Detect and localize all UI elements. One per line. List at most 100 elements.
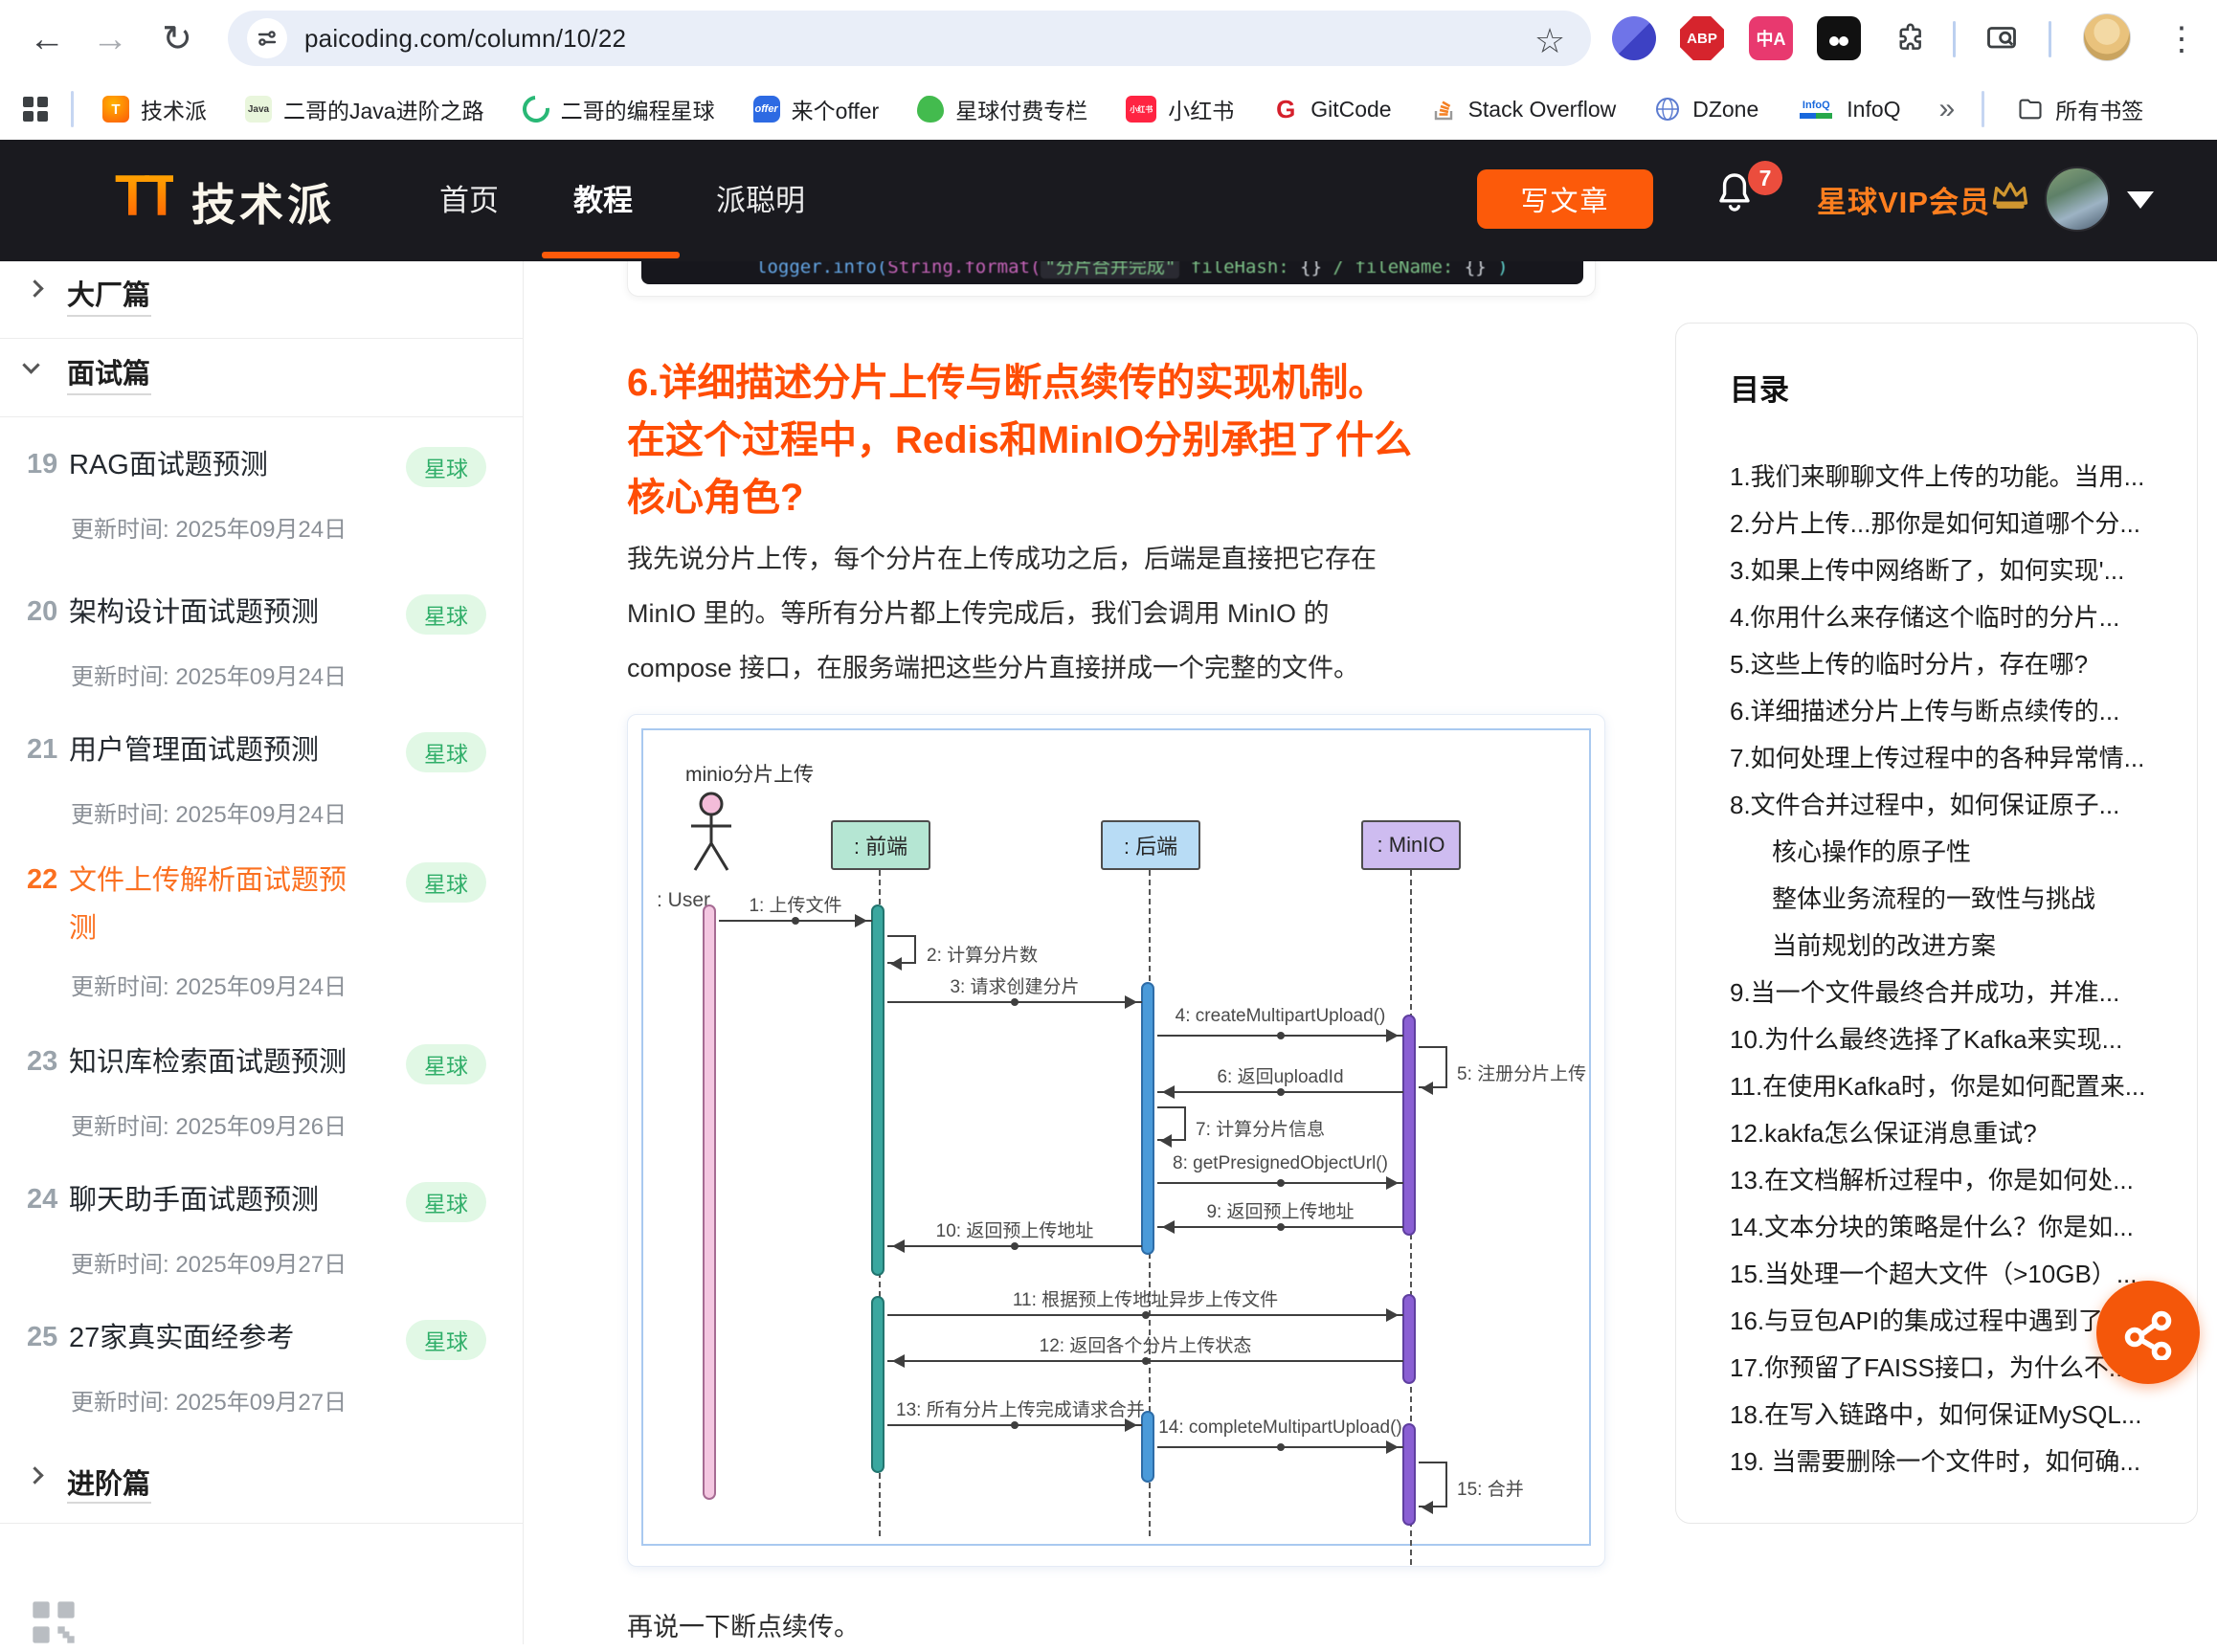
question-heading: 6.详细描述分片上传与断点续传的实现机制。 在这个过程中，Redis和MinIO… [627, 354, 1584, 526]
toc-item[interactable]: 4.你用什么来存储这个临时的分片... [1730, 594, 2180, 641]
user-avatar[interactable] [2045, 167, 2110, 232]
toc-item[interactable]: 12.kakfa怎么保证消息重试? [1730, 1110, 2180, 1157]
message-label: 8: getPresignedObjectUrl() [1157, 1153, 1403, 1174]
planet-badge: 星球 [406, 862, 486, 903]
nav-tutorials[interactable]: 教程 [573, 176, 633, 219]
bookmark-java-road[interactable]: Java 二哥的Java进阶之路 [245, 93, 484, 125]
message-arrow [1157, 1035, 1403, 1037]
toc-item[interactable]: 6.详细描述分片上传与断点续传的... [1730, 688, 2180, 735]
toc-item[interactable]: 1.我们来聊聊文件上传的功能。当用... [1730, 454, 2180, 501]
bookmark-xiaohongshu[interactable]: 小红书 小红书 [1126, 93, 1234, 125]
dzone-favicon [1654, 96, 1681, 123]
message-arrow [1157, 1446, 1403, 1448]
nav-paicongming[interactable]: 派聪明 [716, 176, 805, 219]
planet-badge: 星球 [406, 1320, 486, 1360]
toc-title: 目录 [1730, 366, 1789, 409]
message-arrow [887, 1360, 1403, 1362]
message-label: 2: 计算分片数 [927, 941, 1038, 967]
self-loop [887, 935, 916, 964]
bookmark-coding-planet[interactable]: 二哥的编程星球 [523, 93, 715, 125]
java-favicon: Java [245, 96, 272, 123]
site-logo-icon[interactable]: TT [115, 163, 173, 229]
bookmark-paid-column[interactable]: 星球付费专栏 [917, 93, 1087, 125]
adblock-plus-icon[interactable]: ABP [1680, 16, 1724, 60]
self-loop [1419, 1462, 1447, 1507]
message-label: 1: 上传文件 [719, 891, 872, 917]
activation-frontend-1 [871, 904, 885, 1276]
planet-badge: 星球 [406, 1044, 486, 1084]
reload-icon[interactable]: ↻ [151, 13, 203, 65]
toc-item[interactable]: 13.在文档解析过程中，你是如何处... [1730, 1157, 2180, 1204]
bookmark-infoq[interactable]: InfoQ InfoQ [1797, 96, 1900, 123]
bookmark-star-icon[interactable]: ☆ [1524, 15, 1576, 67]
bookmark-dzone[interactable]: DZone [1654, 96, 1758, 123]
apps-grid-icon[interactable] [23, 97, 48, 122]
site-info-icon[interactable] [247, 18, 287, 58]
toc-item[interactable]: 7.如何处理上传过程中的各种异常情... [1730, 735, 2180, 782]
url-bar[interactable]: paicoding.com/column/10/22 [228, 11, 1591, 66]
toc-item[interactable]: 2.分片上传...那你是如何知道哪个分... [1730, 501, 2180, 547]
diagram-title: minio分片上传 [685, 759, 814, 788]
closing-paragraph: 再说一下断点续传。 [627, 1606, 860, 1643]
toc-subitem[interactable]: 整体业务流程的一致性与挑战 [1730, 876, 2180, 923]
sider-extension-icon[interactable] [1612, 16, 1656, 60]
browser-menu-kebab-icon[interactable]: ⋮ [2156, 13, 2207, 65]
toc-item[interactable]: 10.为什么最终选择了Kafka来实现... [1730, 1016, 2180, 1063]
account-caret-icon[interactable] [2127, 191, 2154, 209]
toc-item[interactable]: 15.当处理一个超大文件（>10GB）... [1730, 1251, 2180, 1298]
nav-home[interactable]: 首页 [439, 176, 499, 219]
message-arrow [1157, 1182, 1403, 1184]
share-button[interactable] [2096, 1281, 2200, 1384]
divider [0, 338, 524, 339]
bookmark-stackoverflow[interactable]: Stack Overflow [1430, 96, 1617, 123]
toc-item[interactable]: 5.这些上传的临时分片，存在哪? [1730, 641, 2180, 688]
notification-count-badge: 7 [1748, 161, 1782, 195]
toc-item[interactable]: 18.在写入链路中，如何保证MySQL... [1730, 1392, 2180, 1439]
course-sidebar: 大厂篇 面试篇 19 RAG面试题预测 星球 更新时间: 2025年09月24日… [0, 261, 524, 1644]
active-nav-underline [542, 252, 680, 258]
bookmarks-bar: T 技术派 Java 二哥的Java进阶之路 二哥的编程星球 offer 来个o… [0, 78, 2217, 140]
bookmarks-overflow-chevron[interactable]: » [1939, 93, 1956, 125]
site-logo-text[interactable]: 技术派 [191, 170, 335, 234]
self-loop [1419, 1046, 1447, 1088]
planet-badge: 星球 [406, 732, 486, 772]
browser-toolbar: ← → ↻ paicoding.com/column/10/22 ☆ ABP 中… [0, 0, 2217, 78]
pear-favicon [917, 96, 944, 123]
planet-badge: 星球 [406, 594, 486, 635]
activation-minio-3 [1402, 1423, 1416, 1526]
forward-icon[interactable]: → [84, 13, 136, 65]
back-icon[interactable]: ← [21, 13, 73, 65]
bookmark-offer[interactable]: offer 来个offer [753, 93, 880, 125]
all-bookmarks[interactable]: 所有书签 [2017, 93, 2143, 125]
toc-item[interactable]: 11.在使用Kafka时，你是如何配置来... [1730, 1063, 2180, 1110]
message-arrow [719, 920, 872, 922]
activation-minio-1 [1402, 1015, 1416, 1236]
toc-item[interactable]: 9.当一个文件最终合并成功，并准... [1730, 970, 2180, 1016]
message-arrow [1157, 1226, 1403, 1228]
toc-item[interactable]: 14.文本分块的策略是什么？你是如... [1730, 1204, 2180, 1251]
toc-item[interactable]: 19. 当需要删除一个文件时，如何确... [1730, 1439, 2180, 1485]
divider [0, 1523, 524, 1524]
screen-search-icon[interactable] [1980, 16, 2024, 60]
planet-favicon [517, 90, 554, 127]
toc-subitem[interactable]: 当前规划的改进方案 [1730, 923, 2180, 970]
extensions-puzzle-icon[interactable] [1888, 16, 1932, 60]
answer-paragraph: 我先说分片上传，每个分片在上传成功之后，后端是直接把它存在 MinIO 里的。等… [627, 532, 1613, 696]
toc-item[interactable]: 3.如果上传中网络断了，如何实现'... [1730, 547, 2180, 594]
notifications-button[interactable]: 7 [1712, 168, 1765, 226]
participant-backend: : 后端 [1101, 820, 1200, 870]
url-text: paicoding.com/column/10/22 [304, 24, 626, 54]
bookmarks-separator [71, 91, 74, 127]
vip-member-link[interactable]: 星球VIP会员 [1817, 178, 1990, 221]
translate-extension-icon[interactable]: 中A [1749, 16, 1793, 60]
dark-reader-icon[interactable] [1817, 16, 1861, 60]
message-label: 12: 返回各个分片上传状态 [887, 1331, 1403, 1357]
browser-profile-avatar[interactable] [2083, 13, 2131, 61]
toc-subitem[interactable]: 核心操作的原子性 [1730, 829, 2180, 876]
bookmark-paicoding[interactable]: T 技术派 [102, 93, 207, 125]
chevron-right-icon [26, 279, 43, 297]
bookmark-gitcode[interactable]: G GitCode [1272, 96, 1391, 123]
qr-code-icon[interactable] [29, 1597, 78, 1652]
toc-item[interactable]: 8.文件合并过程中，如何保证原子... [1730, 782, 2180, 829]
write-article-button[interactable]: 写文章 [1477, 169, 1653, 229]
